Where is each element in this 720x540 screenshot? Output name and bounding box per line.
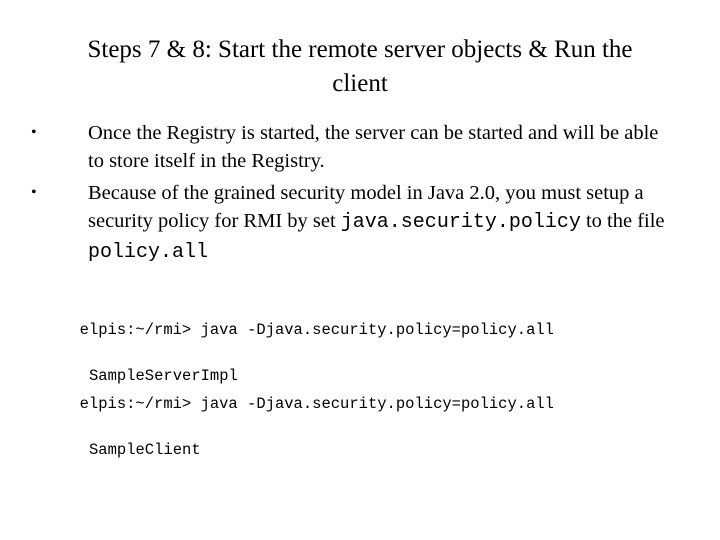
bullet-icon: • — [31, 184, 37, 201]
bullet-item-registry: • Once the Registry is started, the serv… — [30, 119, 670, 175]
bullet-text-middle: to the file — [580, 210, 665, 232]
command-line: elpis:~/rmi> java -Djava.security.policy… — [79, 321, 554, 339]
command-run-client: elpis:~/rmi> java -Djava.security.policy… — [61, 370, 554, 485]
command-continuation: SampleClient — [89, 441, 201, 459]
bullet-icon: • — [31, 124, 37, 141]
bullet-text: Once the Registry is started, the server… — [88, 122, 659, 172]
command-line: elpis:~/rmi> java -Djava.security.policy… — [79, 395, 554, 413]
bullet-list: • Once the Registry is started, the serv… — [30, 119, 670, 271]
slide-title: Steps 7 & 8: Start the remote server obj… — [87, 36, 633, 97]
code-property-name: java.security.policy — [340, 211, 581, 234]
bullet-item-security-policy: • Because of the grained security model … — [30, 179, 670, 267]
code-file-name: policy.all — [88, 241, 209, 264]
